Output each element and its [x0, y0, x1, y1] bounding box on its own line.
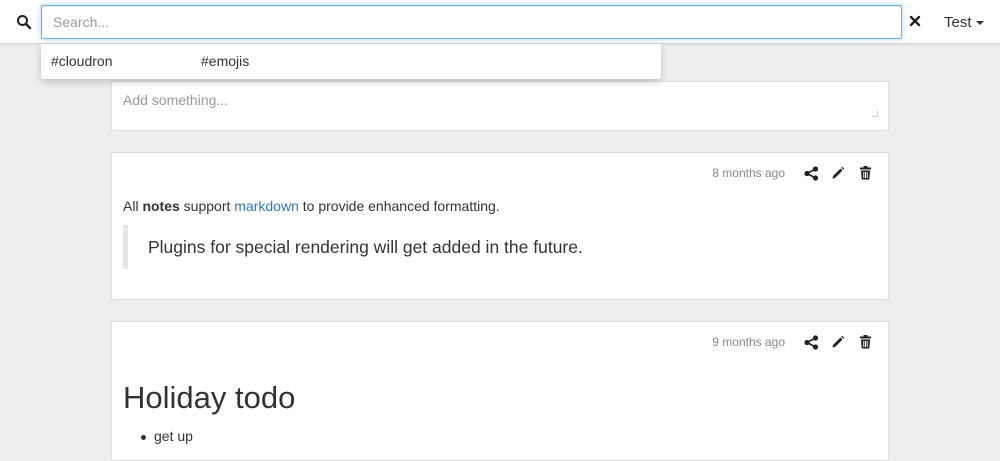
note-text-mid: support: [179, 198, 235, 214]
note-card: 9 months ago Holiday todo get up: [111, 321, 889, 461]
note-text-bold: notes: [142, 198, 180, 214]
new-note-composer: [111, 81, 889, 131]
suggestion-tag-emojis[interactable]: #emojis: [201, 51, 249, 71]
note-body-text: All notes support markdown to provide en…: [123, 196, 500, 216]
top-navbar: Test: [0, 0, 1000, 44]
note-text-after: to provide enhanced formatting.: [298, 198, 500, 214]
note-timestamp: 9 months ago: [712, 335, 785, 349]
share-icon[interactable]: [802, 333, 820, 351]
list-item: get up: [143, 426, 193, 446]
share-icon[interactable]: [802, 164, 820, 182]
search-input[interactable]: [41, 5, 902, 39]
trash-icon[interactable]: [856, 164, 874, 182]
note-meta: 8 months ago: [712, 163, 874, 183]
suggestion-tag-cloudron[interactable]: #cloudron: [51, 51, 113, 71]
note-card: 8 months ago All notes support markdown …: [111, 152, 889, 300]
caret-down-icon: [975, 21, 984, 25]
resize-handle[interactable]: [872, 111, 878, 117]
note-text-before: All: [123, 198, 143, 214]
search-icon: [16, 14, 32, 30]
search-suggestions-dropdown: #cloudron #emojis: [41, 44, 661, 79]
trash-icon[interactable]: [856, 333, 874, 351]
pencil-icon[interactable]: [829, 333, 847, 351]
user-menu-dropdown[interactable]: Test: [944, 12, 984, 32]
note-bullet-list: get up: [143, 426, 193, 446]
note-blockquote: Plugins for special rendering will get a…: [123, 225, 863, 269]
pencil-icon[interactable]: [829, 164, 847, 182]
note-timestamp: 8 months ago: [712, 166, 785, 180]
user-menu-label: Test: [944, 13, 972, 31]
note-heading: Holiday todo: [123, 380, 296, 415]
new-note-textarea[interactable]: [112, 82, 888, 130]
close-icon[interactable]: [908, 14, 922, 28]
note-meta: 9 months ago: [712, 332, 874, 352]
markdown-link[interactable]: markdown: [234, 198, 299, 214]
